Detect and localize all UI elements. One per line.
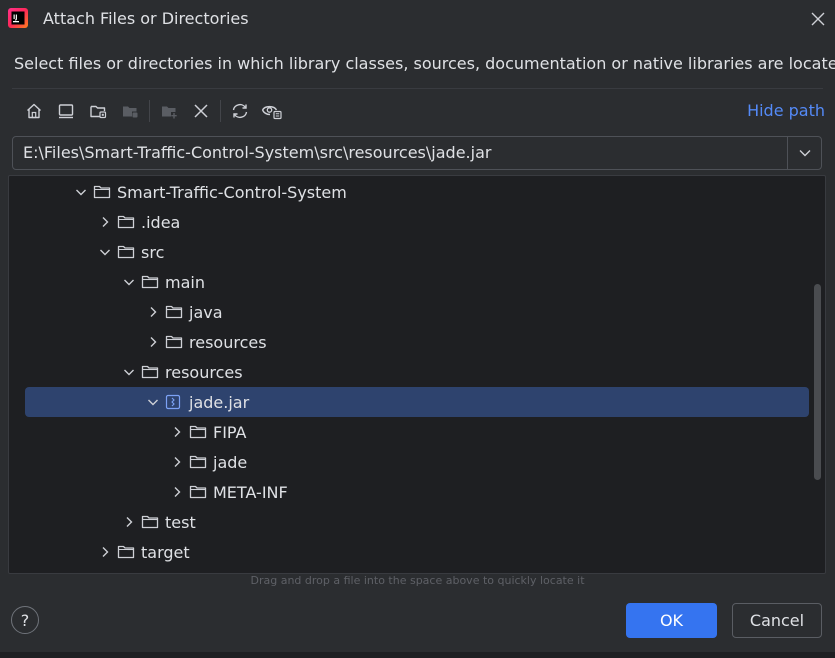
chevron-right-icon[interactable] — [93, 208, 117, 236]
hide-path-link[interactable]: Hide path — [747, 101, 825, 120]
tree-item[interactable]: jade.jar — [141, 388, 249, 416]
chevron-right-icon[interactable] — [165, 418, 189, 446]
folder-icon — [117, 238, 139, 266]
tree-item-label: test — [165, 512, 196, 532]
refresh-icon — [232, 103, 248, 119]
cancel-button[interactable]: Cancel — [732, 603, 822, 638]
chevron-right-icon[interactable] — [141, 298, 165, 326]
jar-archive-icon — [165, 388, 187, 416]
refresh-button[interactable] — [224, 97, 256, 125]
ok-button[interactable]: OK — [626, 603, 717, 638]
tree-item-label: resources — [165, 362, 243, 382]
folder-icon — [117, 538, 139, 566]
chevron-down-icon[interactable] — [93, 238, 117, 266]
tree-item-label: FIPA — [213, 422, 247, 442]
chevron-down-icon[interactable] — [69, 178, 93, 206]
tree-item[interactable]: target — [93, 538, 190, 566]
folder-icon — [93, 178, 115, 206]
tree-item[interactable]: java — [141, 298, 223, 326]
tree-item-label: jade.jar — [189, 392, 250, 412]
title-bar: IJ Attach Files or Directories — [0, 0, 835, 38]
tree-item[interactable]: test — [117, 508, 196, 536]
chevron-down-icon — [799, 150, 810, 157]
module-folder-icon — [123, 106, 138, 118]
path-combobox[interactable]: E:\Files\Smart-Traffic-Control-System\sr… — [12, 136, 822, 170]
svg-text:IJ: IJ — [13, 14, 17, 21]
module-folder-button[interactable] — [114, 97, 146, 125]
toolbar-separator — [220, 100, 221, 122]
delete-icon — [194, 104, 208, 118]
tree-item[interactable]: main — [117, 268, 205, 296]
divider — [12, 88, 823, 89]
home-icon — [27, 103, 41, 119]
desktop-icon — [58, 104, 74, 119]
project-folder-button[interactable] — [82, 97, 114, 125]
folder-icon — [141, 358, 163, 386]
file-tree[interactable]: Smart-Traffic-Control-System .idea src main… — [8, 175, 826, 574]
help-button[interactable]: ? — [11, 606, 39, 634]
dialog-description: Select files or directories in which lib… — [14, 54, 835, 73]
folder-icon — [141, 268, 163, 296]
chevron-right-icon[interactable] — [165, 448, 189, 476]
tree-item-label: META-INF — [213, 482, 288, 502]
close-button[interactable] — [807, 8, 829, 30]
tree-item-label: resources — [189, 332, 267, 352]
folder-icon — [117, 208, 139, 236]
tree-item[interactable]: .idea — [93, 208, 180, 236]
toolbar-separator — [149, 100, 150, 122]
new-folder-icon — [162, 106, 177, 119]
tree-item[interactable]: Smart-Traffic-Control-System — [69, 178, 347, 206]
chevron-down-icon[interactable] — [117, 268, 141, 296]
desktop-button[interactable] — [50, 97, 82, 125]
new-folder-button[interactable] — [153, 97, 185, 125]
tree-item-label: target — [141, 542, 190, 562]
chevron-right-icon[interactable] — [165, 478, 189, 506]
tree-item[interactable]: resources — [117, 358, 243, 386]
chevron-right-icon[interactable] — [117, 508, 141, 536]
toolbar — [18, 96, 288, 126]
tree-item-label: .idea — [141, 212, 181, 232]
vertical-scrollbar[interactable] — [814, 284, 821, 480]
path-input[interactable]: E:\Files\Smart-Traffic-Control-System\sr… — [23, 143, 491, 162]
tree-item-label: Smart-Traffic-Control-System — [117, 182, 347, 202]
show-hidden-icon — [261, 105, 282, 120]
folder-icon — [165, 328, 187, 356]
tree-item-label: jade — [213, 452, 248, 472]
folder-icon — [165, 298, 187, 326]
chevron-down-icon[interactable] — [117, 358, 141, 386]
intellij-idea-icon: IJ — [8, 8, 28, 28]
folder-icon — [189, 418, 211, 446]
chevron-down-icon[interactable] — [141, 388, 165, 416]
tree-item[interactable]: jade — [165, 448, 247, 476]
delete-button[interactable] — [185, 97, 217, 125]
folder-icon — [189, 448, 211, 476]
drag-drop-hint: Drag and drop a file into the space abov… — [250, 574, 585, 587]
tree-item[interactable]: META-INF — [165, 478, 288, 506]
tree-item-label: src — [141, 242, 165, 262]
tree-item[interactable]: resources — [141, 328, 267, 356]
chevron-right-icon[interactable] — [93, 538, 117, 566]
chevron-right-icon[interactable] — [141, 328, 165, 356]
folder-icon — [141, 508, 163, 536]
close-icon — [811, 12, 825, 26]
home-button[interactable] — [18, 97, 50, 125]
show-hidden-button[interactable] — [256, 97, 288, 125]
tree-item-label: main — [165, 272, 205, 292]
tree-item-label: java — [189, 302, 223, 322]
bottom-strip — [0, 652, 835, 658]
tree-item[interactable]: src — [93, 238, 164, 266]
path-dropdown-button[interactable] — [787, 137, 821, 169]
project-folder-icon — [90, 105, 107, 119]
attach-files-dialog: IJ Attach Files or Directories Select fi… — [0, 0, 835, 658]
tree-item[interactable]: FIPA — [165, 418, 247, 446]
dialog-title: Attach Files or Directories — [43, 9, 249, 28]
folder-icon — [189, 478, 211, 506]
